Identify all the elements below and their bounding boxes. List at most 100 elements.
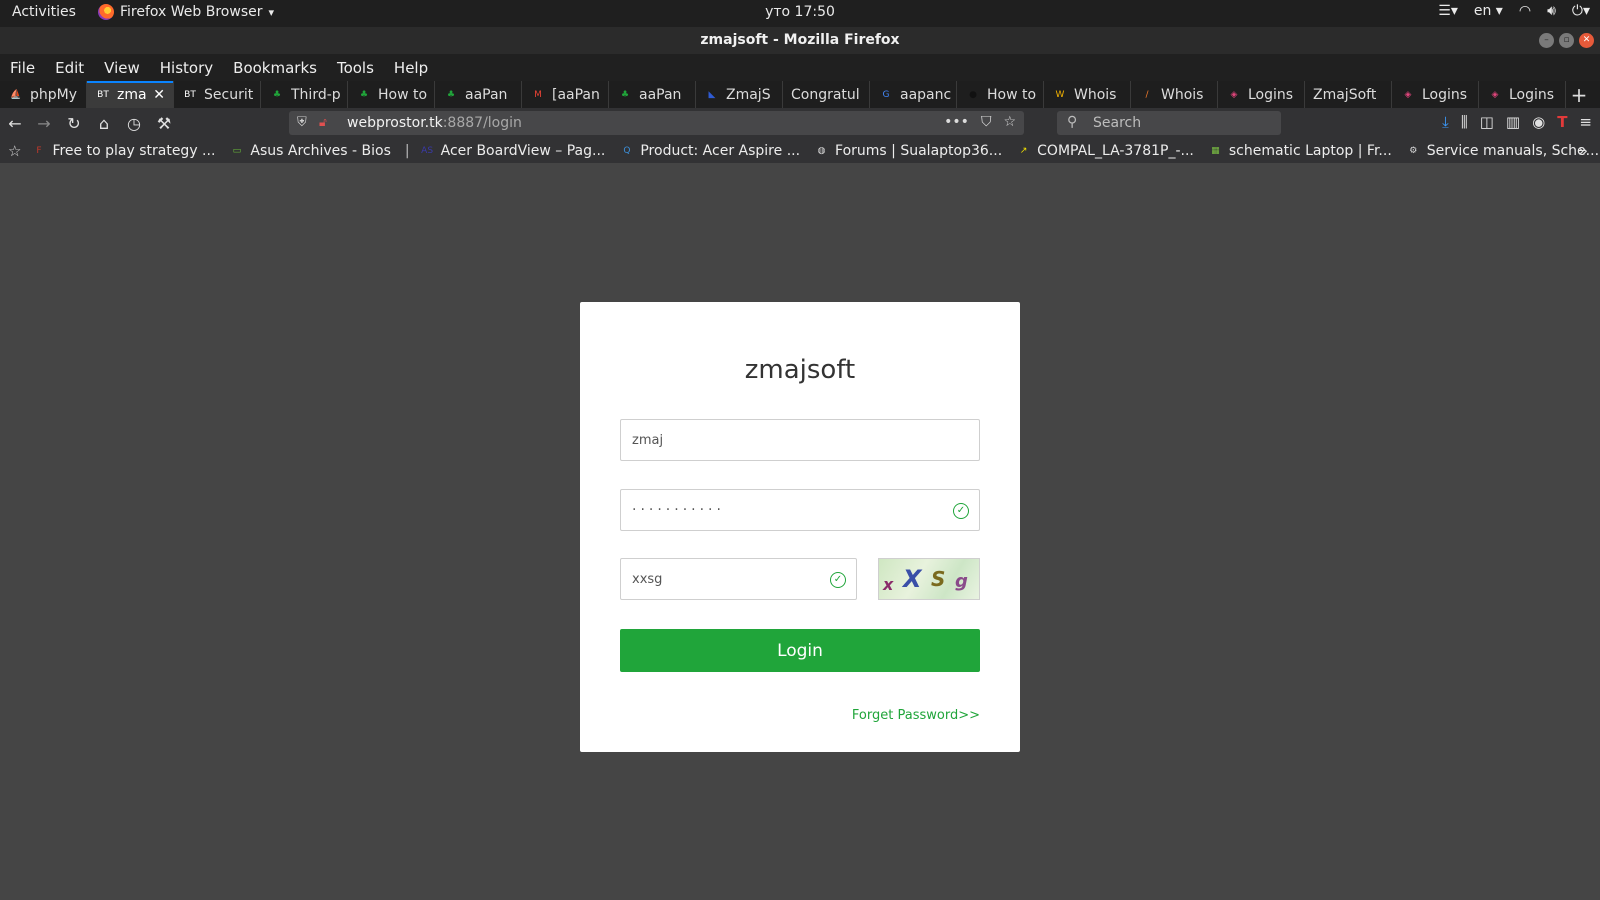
tab[interactable]: ♣ Third-p [261, 81, 348, 108]
tab[interactable]: ◈ Logins [1218, 81, 1305, 108]
bookmark-label: Acer BoardView – Pag... [440, 142, 606, 159]
bookmark-item[interactable]: ▭ Asus Archives - Bios [229, 143, 391, 159]
menu-help[interactable]: Help [394, 59, 428, 77]
tab-label: zma [117, 86, 147, 103]
url-text[interactable]: webprostor.tk:8887/login [347, 115, 522, 131]
tab[interactable]: ⛵ phpMy [0, 81, 87, 108]
page-actions-icon[interactable]: ••• [944, 114, 969, 130]
username-input[interactable] [621, 420, 979, 460]
extension-grid-icon[interactable]: ▥ [1506, 113, 1520, 131]
close-window-button[interactable]: ✕ [1579, 33, 1594, 48]
account-icon[interactable]: ◉ [1532, 113, 1545, 131]
tab[interactable]: ♣ aaPan [609, 81, 696, 108]
url-bar[interactable]: ⛨ 🔓︎ webprostor.tk:8887/login ••• ⛉ ☆ [289, 111, 1024, 135]
search-bar[interactable]: ⚲ Search [1057, 111, 1281, 135]
phpmyadmin-icon: ⛵ [10, 89, 22, 100]
tab[interactable]: ♣ How to [348, 81, 435, 108]
tab[interactable]: ◣ ZmajS [696, 81, 783, 108]
tab[interactable]: ♣ aaPan [435, 81, 522, 108]
library-icon[interactable]: ⫼ [1461, 113, 1468, 131]
login-button[interactable]: Login [620, 629, 980, 672]
new-tab-button[interactable]: + [1566, 81, 1592, 108]
search-icon: ⚲ [1067, 114, 1078, 130]
history-clock-icon[interactable]: ◷ [124, 113, 144, 133]
tab[interactable]: BT Securit [174, 81, 261, 108]
system-tray: ☰▾ en ▾ ◠ 🔊︎ ⏻▾ [1438, 3, 1590, 19]
menu-bar: File Edit View History Bookmarks Tools H… [0, 54, 1600, 81]
reload-icon[interactable]: ↻ [64, 113, 84, 133]
tab-label: How to [987, 86, 1037, 103]
power-icon[interactable]: ⏻▾ [1572, 3, 1590, 19]
menu-icon[interactable]: ☰▾ [1438, 3, 1458, 19]
tab[interactable]: ZmajSoft [1305, 81, 1392, 108]
password-input[interactable] [621, 490, 979, 530]
activities-button[interactable]: Activities [12, 4, 76, 20]
menu-history[interactable]: History [160, 59, 213, 77]
bookmark-item[interactable]: Q Product: Acer Aspire ... [619, 143, 800, 159]
bt-icon: BT [184, 89, 196, 100]
tracking-shield-icon[interactable]: ⛨ [297, 115, 307, 130]
tab-label: Whois [1161, 86, 1204, 103]
username-field[interactable] [620, 419, 980, 461]
bookmark-item[interactable]: ◍ Forums | Sualaptop36... [814, 143, 1003, 159]
bookmarks-toolbar: ☆ F Free to play strategy ... ▭ Asus Archiv… [0, 138, 1600, 163]
tab[interactable]: Gaapanc [870, 81, 957, 108]
extension-t-icon[interactable]: T [1557, 113, 1567, 131]
captcha-char: X [903, 565, 922, 593]
forget-password-link[interactable]: Forget Password>> [852, 708, 980, 723]
sidebar-icon[interactable]: ◫ [1480, 113, 1494, 131]
tab[interactable]: M [aaPan [522, 81, 609, 108]
chevron-more-icon[interactable]: » [1578, 141, 1588, 160]
captcha-input[interactable] [621, 559, 856, 599]
tab[interactable]: ● How to [957, 81, 1044, 108]
home-icon[interactable]: ⌂ [94, 113, 114, 133]
tab-active[interactable]: BT zma ✕ [87, 81, 174, 108]
password-field[interactable]: ✓ [620, 489, 980, 531]
close-tab-icon[interactable]: ✕ [153, 87, 165, 103]
tab-label: Whois [1074, 86, 1117, 103]
bookmark-item[interactable]: ▦ schematic Laptop | Fr... [1208, 143, 1392, 159]
captcha-char: S [931, 567, 946, 591]
hamburger-menu-icon[interactable]: ≡ [1579, 113, 1592, 131]
volume-icon[interactable]: 🔊︎ [1547, 3, 1556, 19]
menu-bookmarks[interactable]: Bookmarks [233, 59, 317, 77]
service-icon: ⚙ [1409, 145, 1418, 156]
wrench-icon[interactable]: ⚒ [154, 113, 174, 133]
captcha-field[interactable]: ✓ [620, 558, 857, 600]
tab[interactable]: ◈ Logins [1479, 81, 1566, 108]
tab[interactable]: Congratul [783, 81, 870, 108]
acer-support-icon: Q [623, 145, 631, 156]
download-icon[interactable]: ⤓ [1442, 113, 1449, 131]
wifi-icon[interactable]: ◠ [1519, 3, 1531, 19]
menu-file[interactable]: File [10, 59, 35, 77]
bookmark-item[interactable]: AS Acer BoardView – Pag... [420, 142, 606, 159]
url-actions: ••• ⛉ ☆ [944, 114, 1016, 130]
whois-icon: W [1055, 89, 1065, 100]
tab[interactable]: W Whois [1044, 81, 1131, 108]
forward-arrow-icon[interactable]: → [34, 113, 54, 133]
aapanel-icon: ♣ [620, 89, 630, 100]
captcha-image[interactable]: x X S g [878, 558, 980, 600]
pocket-icon[interactable]: ⛉ [981, 114, 992, 130]
insecure-lock-icon[interactable]: 🔓︎ [319, 115, 327, 130]
minimize-button[interactable]: – [1539, 33, 1554, 48]
tab-label: ZmajSoft [1313, 86, 1377, 103]
menu-edit[interactable]: Edit [55, 59, 84, 77]
back-arrow-icon[interactable]: ← [5, 113, 25, 133]
menu-view[interactable]: View [104, 59, 140, 77]
bookmark-star-icon[interactable]: ☆ [8, 142, 21, 160]
maximize-button[interactable]: ▫ [1559, 33, 1574, 48]
bookmark-item[interactable]: ↗ COMPAL_LA-3781P_-... [1016, 143, 1194, 159]
app-menu[interactable]: Firefox Web Browser ▾ [98, 4, 274, 20]
bookmark-item[interactable]: ⚙ Service manuals, Sche... [1406, 143, 1599, 159]
tab-label: Logins [1248, 86, 1294, 103]
tab-label: Logins [1509, 86, 1555, 103]
keyboard-layout[interactable]: en ▾ [1474, 3, 1503, 19]
tab[interactable]: ◈ Logins [1392, 81, 1479, 108]
tab-label: [aaPan [552, 86, 600, 103]
tab[interactable]: / Whois [1131, 81, 1218, 108]
menu-tools[interactable]: Tools [337, 59, 374, 77]
bookmark-item[interactable]: F Free to play strategy ... [31, 143, 215, 159]
bookmark-star-icon[interactable]: ☆ [1003, 114, 1016, 130]
compal-icon: ↗ [1019, 145, 1028, 156]
